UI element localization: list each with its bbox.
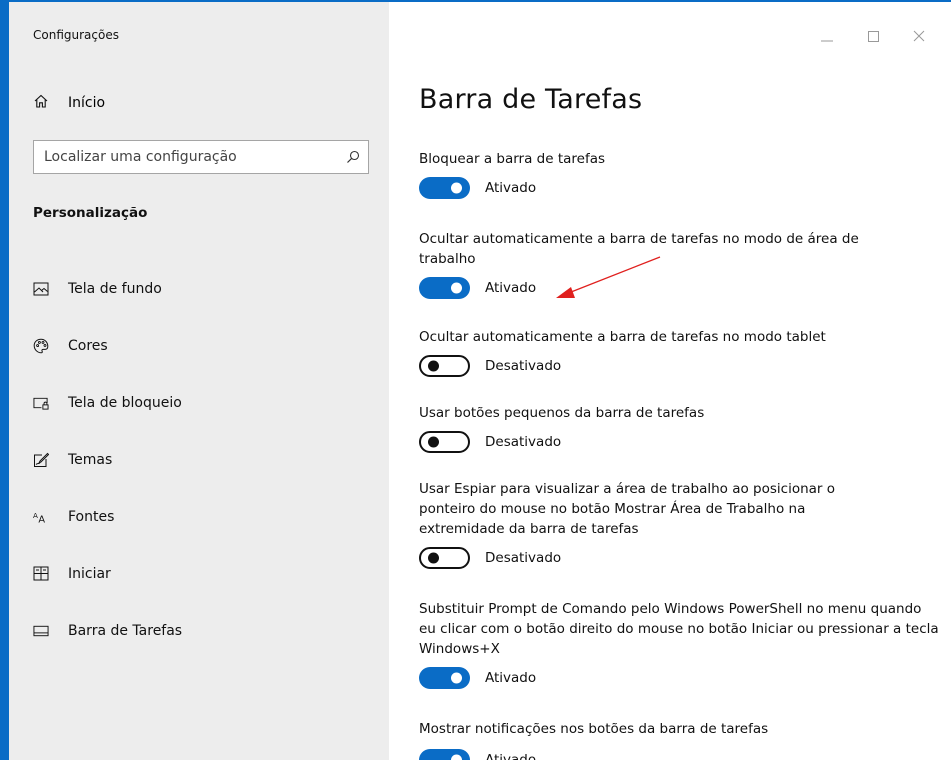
home-icon (33, 93, 49, 113)
sidebar-item-tela-de-fundo[interactable]: Tela de fundo (9, 260, 389, 317)
toggle-state: Desativado (485, 550, 562, 566)
lock-taskbar-toggle[interactable] (419, 177, 470, 199)
sidebar-item-temas[interactable]: Temas (9, 431, 389, 488)
autohide-desktop-toggle[interactable] (419, 277, 470, 299)
red-arrow-annotation (556, 256, 661, 298)
minimize-icon (821, 27, 833, 46)
setting-description: Usar Espiar para visualizar a área de tr… (419, 481, 836, 537)
setting-description: Mostrar notificações nos botões da barra… (419, 721, 769, 737)
sidebar-item-label: Cores (68, 337, 108, 354)
sidebar-item-tela-de-bloqueio[interactable]: Tela de bloqueio (9, 374, 389, 431)
sidebar-nav: Tela de fundo Cores Tela de bloqueio Tem… (9, 260, 389, 659)
toggle-state: Desativado (485, 434, 562, 450)
fonts-icon: AA (33, 509, 49, 525)
taskbar-icon (33, 623, 49, 639)
close-button[interactable] (907, 24, 931, 48)
sidebar: Configurações Início Personalização Tela… (9, 2, 389, 760)
sidebar-item-fontes[interactable]: AA Fontes (9, 488, 389, 545)
sidebar-item-label: Temas (68, 451, 113, 468)
maximize-button[interactable] (861, 24, 885, 48)
sidebar-item-label: Iniciar (68, 565, 111, 582)
lock-screen-icon (33, 395, 49, 411)
setting-badges: Mostrar notificações nos botões da barra… (419, 719, 939, 760)
svg-text:A: A (33, 510, 38, 519)
svg-text:A: A (38, 514, 45, 524)
sidebar-item-barra-de-tarefas[interactable]: Barra de Tarefas (9, 602, 389, 659)
image-icon (33, 281, 49, 297)
autohide-tablet-toggle[interactable] (419, 355, 470, 377)
toggle-state: Ativado (485, 752, 537, 760)
sidebar-item-label: Fontes (68, 508, 115, 525)
start-icon (33, 566, 49, 582)
powershell-toggle[interactable] (419, 667, 470, 689)
page-title: Barra de Tarefas (419, 84, 643, 115)
sidebar-item-iniciar[interactable]: Iniciar (9, 545, 389, 602)
toggle-state: Ativado (485, 180, 537, 196)
setting-description: Bloquear a barra de tarefas (419, 151, 606, 167)
sidebar-item-cores[interactable]: Cores (9, 317, 389, 374)
search-icon[interactable] (338, 150, 368, 164)
search-input[interactable] (34, 141, 338, 173)
sidebar-item-label: Tela de fundo (68, 280, 162, 297)
setting-description: Ocultar automaticamente a barra de taref… (419, 231, 859, 267)
minimize-button[interactable] (815, 24, 839, 48)
window-title: Configurações (33, 28, 119, 42)
toggle-state: Desativado (485, 358, 562, 374)
home-nav-item[interactable]: Início (33, 92, 105, 114)
setting-autohide-tablet: Ocultar automaticamente a barra de taref… (419, 327, 939, 377)
sidebar-item-label: Barra de Tarefas (68, 622, 183, 639)
maximize-icon (867, 27, 879, 46)
setting-peek: Usar Espiar para visualizar a área de tr… (419, 479, 939, 569)
setting-lock-taskbar: Bloquear a barra de tarefas Ativado (419, 149, 939, 199)
peek-toggle[interactable] (419, 547, 470, 569)
toggle-state: Ativado (485, 280, 537, 296)
setting-description: Substituir Prompt de Comando pelo Window… (419, 601, 939, 657)
setting-description: Ocultar automaticamente a barra de taref… (419, 329, 826, 345)
badges-toggle[interactable] (419, 749, 470, 760)
search-box[interactable] (33, 140, 369, 174)
themes-icon (33, 452, 49, 468)
close-icon (913, 27, 925, 46)
setting-autohide-desktop: Ocultar automaticamente a barra de taref… (419, 229, 939, 299)
home-label: Início (68, 95, 106, 111)
sidebar-item-label: Tela de bloqueio (68, 394, 182, 411)
section-title: Personalização (33, 205, 148, 221)
palette-icon (33, 338, 49, 354)
setting-small-buttons: Usar botões pequenos da barra de tarefas… (419, 403, 939, 453)
small-buttons-toggle[interactable] (419, 431, 470, 453)
setting-powershell: Substituir Prompt de Comando pelo Window… (419, 599, 939, 689)
settings-window: Configurações Início Personalização Tela… (0, 0, 951, 760)
setting-description: Usar botões pequenos da barra de tarefas (419, 405, 705, 421)
toggle-state: Ativado (485, 670, 537, 686)
